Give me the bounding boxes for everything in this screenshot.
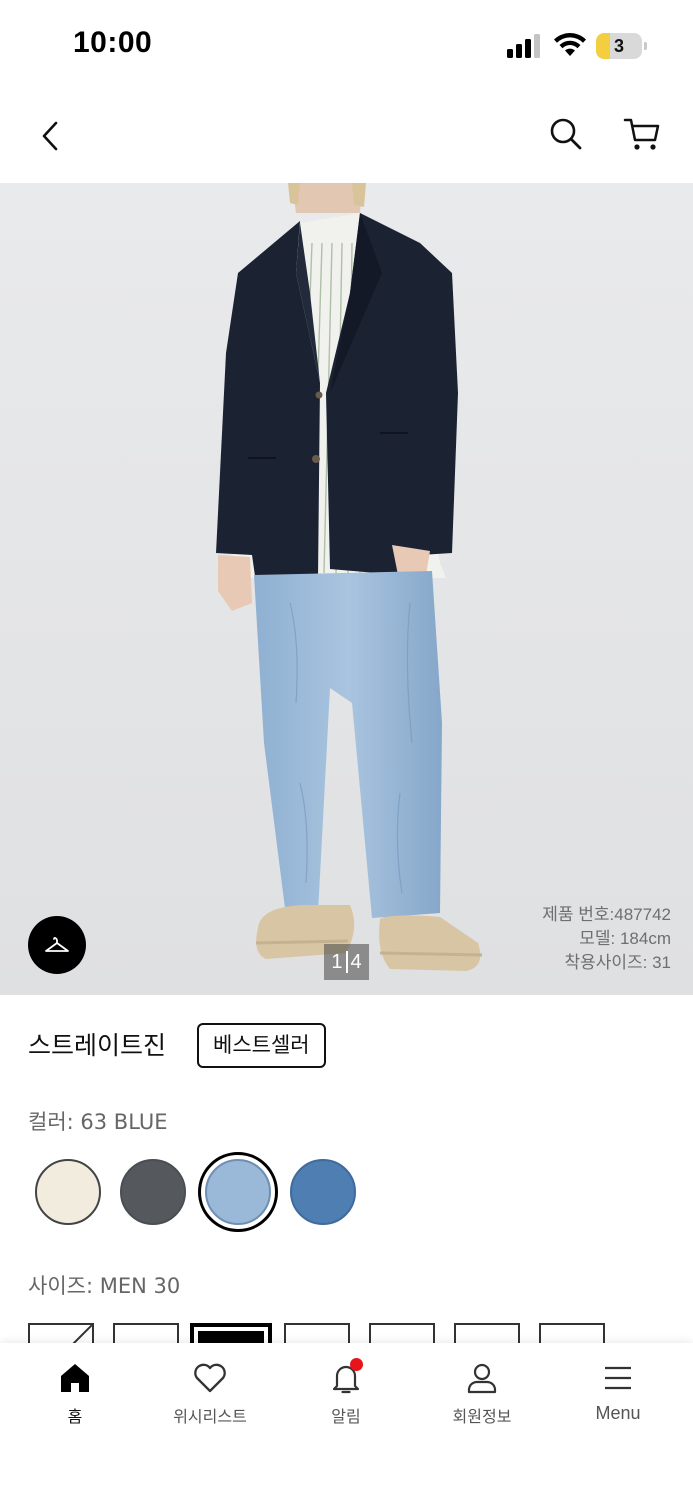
top-navigation [0, 92, 693, 183]
wifi-icon [554, 33, 586, 56]
size-option-sold-out[interactable] [28, 1323, 94, 1345]
search-button[interactable] [544, 112, 588, 156]
tab-home-label: 홈 [67, 1407, 83, 1426]
cellular-signal-icon [507, 34, 540, 58]
chevron-left-icon [42, 121, 58, 151]
size-option[interactable] [539, 1323, 605, 1345]
pager-separator [345, 951, 348, 973]
bottom-tab-bar: 홈 위시리스트 알림 회원정보 Menu [0, 1343, 693, 1500]
product-number: 제품 번호:487742 [542, 905, 671, 924]
tab-notifications[interactable]: 알림 [291, 1358, 401, 1431]
model-size: 착용사이즈: 31 [564, 953, 671, 972]
product-title: 스트레이트진 [28, 1031, 167, 1060]
color-swatch-off-white[interactable] [35, 1159, 101, 1225]
search-icon [550, 118, 582, 150]
tab-home[interactable]: 홈 [20, 1361, 130, 1431]
notification-dot [350, 1358, 363, 1371]
bell-icon-wrap [329, 1358, 363, 1395]
back-button[interactable] [30, 114, 70, 158]
status-bar: 10:00 3 [0, 0, 693, 92]
battery-level: 3 [613, 36, 624, 56]
color-swatch-gray[interactable] [120, 1159, 186, 1225]
try-on-button[interactable] [28, 916, 86, 974]
size-option[interactable] [454, 1323, 520, 1345]
cart-icon [623, 118, 660, 150]
product-photo [0, 183, 693, 995]
status-time: 10:00 [73, 26, 153, 59]
cart-button[interactable] [620, 112, 664, 156]
tab-menu[interactable]: Menu [563, 1361, 673, 1431]
tab-account-label: 회원정보 [452, 1407, 512, 1426]
home-icon [61, 1364, 89, 1392]
model-info: 제품 번호:487742 모델: 184cm 착용사이즈: 31 [542, 903, 671, 975]
size-label: 사이즈: MEN 30 [28, 1274, 181, 1298]
tab-notifications-label: 알림 [331, 1407, 361, 1426]
size-option[interactable] [369, 1323, 435, 1345]
heart-icon [194, 1363, 226, 1393]
strikethrough-icon [71, 1325, 92, 1345]
size-option-selected[interactable] [190, 1323, 272, 1345]
size-option[interactable] [113, 1323, 179, 1345]
image-pager: 1 4 [324, 944, 369, 980]
tab-account[interactable]: 회원정보 [427, 1361, 537, 1431]
model-height: 모델: 184cm [579, 929, 671, 948]
tab-wishlist[interactable]: 위시리스트 [155, 1361, 265, 1431]
tab-menu-label: Menu [595, 1403, 641, 1423]
pager-total: 4 [350, 950, 362, 973]
hanger-icon [45, 937, 69, 952]
pager-current: 1 [331, 950, 343, 973]
color-swatch-blue[interactable] [290, 1159, 356, 1225]
color-label: 컬러: 63 BLUE [28, 1110, 168, 1134]
color-swatch-light-blue[interactable] [205, 1159, 271, 1225]
tab-wishlist-label: 위시리스트 [173, 1407, 247, 1426]
size-option[interactable] [284, 1323, 350, 1345]
user-icon [467, 1363, 497, 1394]
product-image-carousel[interactable]: 1 4 제품 번호:487742 모델: 184cm 착용사이즈: 31 [0, 183, 693, 995]
bestseller-badge: 베스트셀러 [197, 1023, 326, 1068]
hamburger-menu-icon [605, 1366, 631, 1390]
battery-icon: 3 [596, 33, 648, 59]
